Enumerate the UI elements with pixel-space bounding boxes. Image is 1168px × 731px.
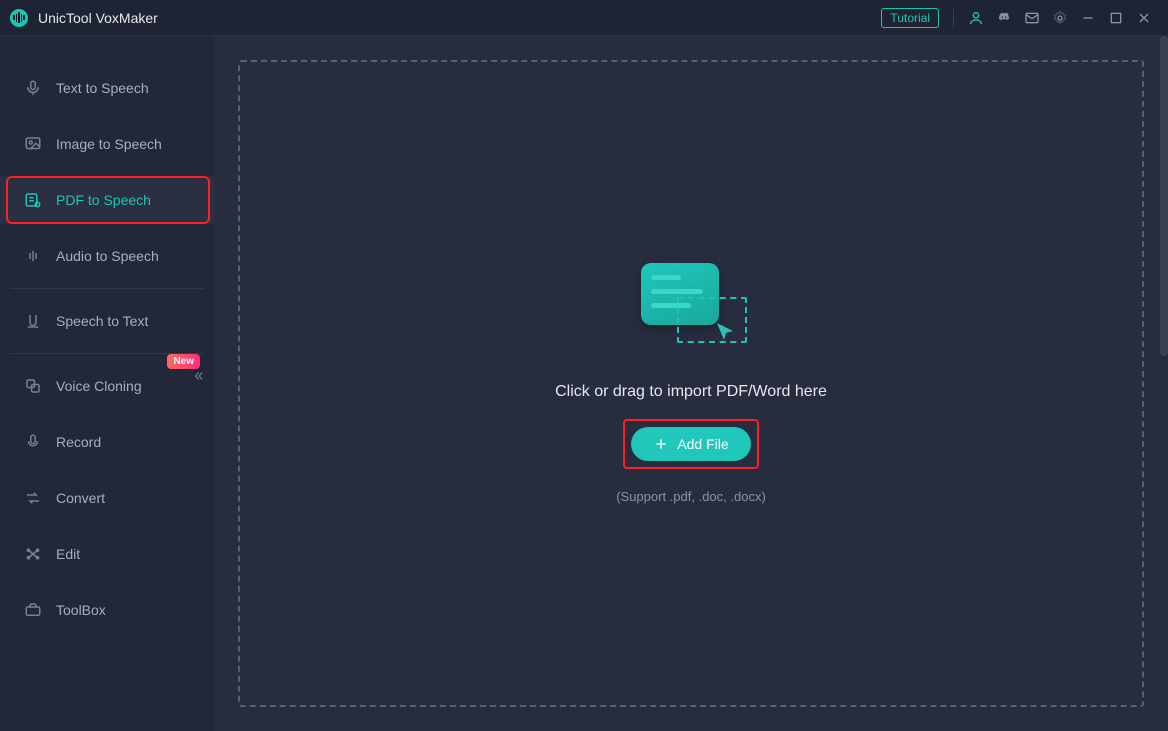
maximize-icon[interactable] (1104, 6, 1128, 30)
sidebar-item-voice-cloning[interactable]: New Voice Cloning (0, 362, 214, 410)
cursor-icon (713, 321, 737, 345)
toolbox-icon (24, 601, 42, 619)
sidebar-item-label: Voice Cloning (56, 378, 142, 394)
sidebar-item-speech-to-text[interactable]: Speech to Text (0, 297, 214, 345)
sidebar-item-pdf-to-speech[interactable]: PDF to Speech (0, 176, 214, 224)
sidebar-item-label: Speech to Text (56, 313, 148, 329)
audio-icon (24, 247, 42, 265)
dropzone-illustration (631, 263, 751, 353)
collapse-sidebar-icon[interactable] (188, 366, 208, 386)
convert-icon (24, 489, 42, 507)
settings-icon[interactable] (1048, 6, 1072, 30)
mail-icon[interactable] (1020, 6, 1044, 30)
sidebar-item-audio-to-speech[interactable]: Audio to Speech (0, 232, 214, 280)
edit-icon (24, 545, 42, 563)
clone-icon (24, 377, 42, 395)
support-text: (Support .pdf, .doc, .docx) (616, 489, 766, 504)
sidebar-item-image-to-speech[interactable]: Image to Speech (0, 120, 214, 168)
sidebar-item-label: ToolBox (56, 602, 106, 618)
app-logo (10, 9, 28, 27)
dropzone-text: Click or drag to import PDF/Word here (555, 383, 827, 401)
titlebar-separator (953, 9, 954, 27)
highlight-box: Add File (623, 419, 758, 469)
plus-icon (653, 436, 669, 452)
close-icon[interactable] (1132, 6, 1156, 30)
sidebar-item-label: Convert (56, 490, 105, 506)
sidebar-item-label: Image to Speech (56, 136, 162, 152)
speech-text-icon (24, 312, 42, 330)
sidebar-item-record[interactable]: Record (0, 418, 214, 466)
sidebar: Text to Speech Image to Speech PDF to Sp… (0, 36, 214, 731)
main-content: Click or drag to import PDF/Word here Ad… (214, 36, 1168, 731)
sidebar-item-label: Audio to Speech (56, 248, 159, 264)
sidebar-item-edit[interactable]: Edit (0, 530, 214, 578)
app-title: UnicTool VoxMaker (38, 10, 158, 26)
sidebar-item-convert[interactable]: Convert (0, 474, 214, 522)
sidebar-item-label: Text to Speech (56, 80, 149, 96)
user-icon[interactable] (964, 6, 988, 30)
sidebar-item-toolbox[interactable]: ToolBox (0, 586, 214, 634)
mic-icon (24, 79, 42, 97)
sidebar-item-label: Record (56, 434, 101, 450)
scrollbar[interactable] (1160, 36, 1168, 356)
tutorial-button[interactable]: Tutorial (881, 8, 939, 28)
pdf-icon (24, 191, 42, 209)
record-icon (24, 433, 42, 451)
add-file-button[interactable]: Add File (631, 427, 750, 461)
minimize-icon[interactable] (1076, 6, 1100, 30)
add-file-label: Add File (677, 436, 728, 452)
sidebar-item-label: Edit (56, 546, 80, 562)
sidebar-item-label: PDF to Speech (56, 192, 151, 208)
import-dropzone[interactable]: Click or drag to import PDF/Word here Ad… (238, 60, 1144, 707)
image-icon (24, 135, 42, 153)
titlebar: UnicTool VoxMaker Tutorial (0, 0, 1168, 36)
discord-icon[interactable] (992, 6, 1016, 30)
sidebar-item-text-to-speech[interactable]: Text to Speech (0, 64, 214, 112)
